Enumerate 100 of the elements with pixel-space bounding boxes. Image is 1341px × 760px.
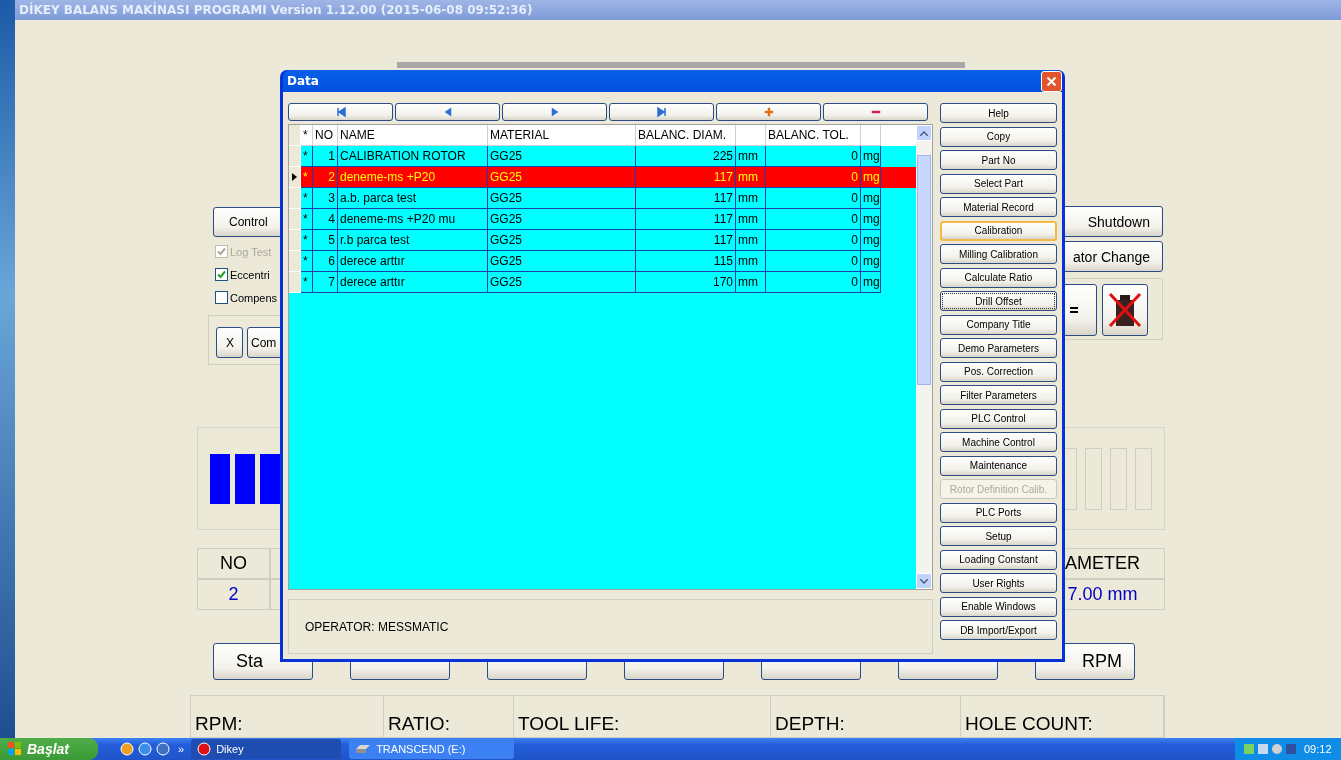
column-header: [861, 125, 881, 146]
menu-button[interactable]: PLC Control: [940, 408, 1057, 429]
window-title: DİKEY BALANS MAKİNASI PROGRAMI Version 1.12.00 (2015-06-08 09:52:36): [19, 3, 533, 17]
column-header[interactable]: MATERIAL: [488, 125, 636, 146]
table-row[interactable]: * 3 a.b. parca test GG25 117 mm 0 mg: [289, 188, 916, 209]
menu-button[interactable]: Drill Offset: [940, 291, 1057, 311]
menu-button[interactable]: Company Title: [940, 314, 1057, 335]
quick-launch-icon[interactable]: [120, 742, 134, 756]
table-cell: GG25: [488, 230, 636, 251]
column-header[interactable]: BALANC. DIAM.: [636, 125, 736, 146]
table-cell: 170: [636, 272, 736, 293]
menu-button[interactable]: Pos. Correction: [940, 361, 1057, 382]
menu-button[interactable]: Copy: [940, 126, 1057, 147]
table-cell: *: [301, 188, 313, 209]
scrollbar[interactable]: [916, 125, 932, 589]
status-field: TOOL LIFE:: [514, 696, 771, 737]
table-header: NO: [197, 548, 270, 579]
table-row[interactable]: * 7 derece arttır GG25 170 mm 0 mg: [289, 272, 916, 293]
menu-button[interactable]: Help: [940, 103, 1057, 123]
crossed-weight-icon: [1108, 292, 1142, 328]
table-cell: mg: [861, 188, 881, 209]
record-icon: [197, 742, 212, 756]
scroll-down-button[interactable]: [916, 573, 932, 589]
table-cell: r.b parca test: [338, 230, 488, 251]
first-record-button[interactable]: [288, 103, 393, 121]
column-header[interactable]: BALANC. TOL.: [766, 125, 861, 146]
table-cell: GG25: [488, 251, 636, 272]
table-row[interactable]: * 2 deneme-ms +P20 GG25 117 mm 0 mg: [289, 167, 916, 188]
column-header[interactable]: NAME: [338, 125, 488, 146]
first-record-icon: [335, 107, 346, 117]
table-cell: mg: [861, 272, 881, 293]
menu-button[interactable]: Machine Control: [940, 432, 1057, 452]
menu-button[interactable]: DB Import/Export: [940, 620, 1057, 640]
menu-button[interactable]: Calculate Ratio: [940, 267, 1057, 288]
current-row-icon: [292, 173, 297, 181]
status-field: RPM:: [191, 696, 384, 737]
menu-button[interactable]: Loading Constant: [940, 549, 1057, 570]
table-cell: derece arttır: [338, 251, 488, 272]
table-cell: mm: [736, 230, 766, 251]
table-cell: mg: [861, 230, 881, 251]
quick-launch-icon[interactable]: [138, 742, 152, 756]
table-cell: *: [301, 167, 313, 188]
table-cell: derece arttır: [338, 272, 488, 293]
menu-button[interactable]: PLC Ports: [940, 502, 1057, 523]
column-header[interactable]: *: [301, 125, 313, 146]
dialog-title: Data: [287, 74, 319, 88]
table-cell: 0: [766, 209, 861, 230]
table-cell: 7: [313, 272, 338, 293]
drive-icon: [355, 744, 372, 754]
menu-button[interactable]: Select Part: [940, 173, 1057, 194]
menu-button[interactable]: Material Record: [940, 197, 1057, 217]
checkbox[interactable]: [215, 268, 228, 281]
table-cell: deneme-ms +P20: [338, 167, 488, 188]
table-cell: 0: [766, 188, 861, 209]
table-cell: deneme-ms +P20 mu: [338, 209, 488, 230]
taskbar-button[interactable]: TRANSCEND (E:): [349, 739, 515, 759]
panel-button[interactable]: X: [216, 327, 243, 358]
next-button[interactable]: [502, 103, 607, 121]
level-bars-drawing: [210, 453, 280, 504]
scroll-thumb[interactable]: [917, 155, 931, 385]
table-cell: 5: [313, 230, 338, 251]
table-cell: 4: [313, 209, 338, 230]
menu-button[interactable]: Maintenance: [940, 455, 1057, 476]
menu-button[interactable]: Milling Calibration: [940, 244, 1057, 264]
table-cell: *: [301, 209, 313, 230]
menu-button[interactable]: Enable Windows: [940, 596, 1057, 617]
table-row[interactable]: * 6 derece arttır GG25 115 mm 0 mg: [289, 251, 916, 272]
taskbar-button[interactable]: Dikey: [191, 739, 342, 759]
close-button[interactable]: [1041, 70, 1062, 92]
checkbox-label: Compens: [230, 291, 278, 304]
menu-button[interactable]: Filter Parameters: [940, 385, 1057, 405]
table-cell: 0: [766, 230, 861, 251]
table-cell: GG25: [488, 209, 636, 230]
table-cell: 117: [636, 209, 736, 230]
quick-launch-icon[interactable]: [156, 742, 170, 756]
table-cell: 0: [766, 167, 861, 188]
more-chevron[interactable]: »: [178, 743, 185, 755]
table-cell: GG25: [488, 188, 636, 209]
status-field: HOLE COUNT:: [961, 696, 1164, 737]
row-header[interactable]: [289, 167, 301, 188]
scroll-up-button[interactable]: [916, 125, 932, 141]
menu-button[interactable]: Part No: [940, 150, 1057, 170]
plus-button[interactable]: [716, 103, 821, 121]
checkbox-label: Eccentri: [230, 268, 270, 281]
menu-button[interactable]: User Rights: [940, 573, 1057, 593]
menu-button[interactable]: Calibration: [940, 220, 1057, 241]
menu-button[interactable]: Demo Parameters: [940, 338, 1057, 358]
column-header[interactable]: NO: [313, 125, 338, 146]
checkbox[interactable]: [215, 291, 228, 304]
tool-button[interactable]: [1102, 284, 1148, 336]
table-cell: 3: [313, 188, 338, 209]
status-field: RATIO:: [384, 696, 514, 737]
level-slot: [1110, 447, 1127, 510]
menu-button[interactable]: Setup: [940, 526, 1057, 546]
table-cell: mg: [861, 167, 881, 188]
previous-button[interactable]: [395, 103, 500, 121]
minus-button[interactable]: [823, 103, 928, 121]
table-cell: 117: [636, 230, 736, 251]
checkbox-label: Log Test: [230, 245, 272, 258]
last-record-button[interactable]: [609, 103, 714, 121]
